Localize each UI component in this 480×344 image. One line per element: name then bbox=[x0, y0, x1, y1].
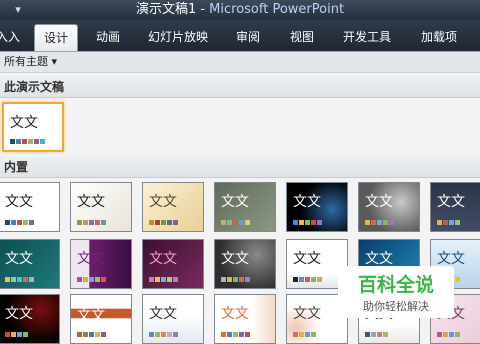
theme-thumb[interactable]: 文文 bbox=[286, 182, 348, 232]
theme-thumb-title: 文文 bbox=[5, 251, 33, 267]
color-swatches bbox=[77, 220, 107, 225]
color-swatches bbox=[221, 332, 251, 337]
color-swatches bbox=[365, 332, 389, 337]
tab-addins[interactable]: 加载项 bbox=[412, 24, 466, 50]
tab-animations[interactable]: 动画 bbox=[88, 24, 128, 50]
theme-thumb[interactable]: 文文 bbox=[142, 294, 204, 344]
color-swatches bbox=[77, 277, 107, 282]
theme-thumb[interactable]: 文文 bbox=[214, 239, 276, 289]
theme-thumb[interactable]: 文文 bbox=[358, 182, 420, 232]
all-themes-label: 所有主题 bbox=[4, 55, 48, 68]
title-bar: ▾ 演示文稿1 - Microsoft PowerPoint bbox=[0, 0, 480, 20]
theme-thumb-title: 文文 bbox=[5, 306, 33, 322]
color-swatches bbox=[437, 332, 461, 337]
theme-thumb[interactable]: 文文 bbox=[214, 182, 276, 232]
theme-thumb[interactable]: 文文 bbox=[142, 239, 204, 289]
theme-thumb-title: 文文 bbox=[293, 251, 321, 267]
color-swatches bbox=[5, 332, 29, 337]
theme-thumb[interactable]: 文文 bbox=[70, 182, 132, 232]
theme-thumb[interactable]: 文文 bbox=[0, 294, 60, 344]
color-swatches bbox=[10, 139, 46, 144]
theme-thumb-title: 文文 bbox=[293, 306, 321, 322]
theme-thumb-title: 文文 bbox=[149, 306, 177, 322]
theme-thumb-title: 文文 bbox=[293, 194, 321, 210]
app-name: Microsoft PowerPoint bbox=[209, 2, 345, 17]
tab-insert[interactable]: 入入 bbox=[0, 24, 28, 50]
color-swatches bbox=[293, 220, 323, 225]
theme-thumb[interactable]: 文文 bbox=[70, 294, 132, 344]
color-swatches bbox=[5, 277, 35, 282]
color-swatches bbox=[77, 332, 107, 337]
watermark-logo: 百科全说 助你轻松解决 bbox=[338, 266, 454, 318]
theme-thumb-title: 文文 bbox=[365, 251, 393, 267]
tab-design[interactable]: 设计 bbox=[34, 24, 78, 51]
color-swatches bbox=[437, 220, 461, 225]
watermark-title: 百科全说 bbox=[357, 274, 434, 296]
tab-slideshow[interactable]: 幻灯片放映 bbox=[142, 24, 214, 50]
document-title: 演示文稿1 - bbox=[135, 2, 210, 17]
theme-current[interactable]: 文文 bbox=[2, 102, 64, 152]
color-swatches bbox=[5, 220, 35, 225]
theme-thumb-title: 文文 bbox=[77, 308, 105, 324]
theme-thumb[interactable]: 文文 bbox=[142, 182, 204, 232]
tab-view[interactable]: 视图 bbox=[282, 24, 322, 50]
theme-thumb-title: 文文 bbox=[221, 306, 249, 322]
theme-thumb-title: 文文 bbox=[437, 194, 465, 210]
color-swatches bbox=[149, 277, 179, 282]
theme-thumb-title: 文文 bbox=[77, 194, 105, 210]
theme-thumb[interactable]: 文文 bbox=[70, 239, 132, 289]
section-this-presentation: 此演示文稿 bbox=[0, 76, 480, 98]
theme-thumb-title: 文文 bbox=[365, 194, 393, 210]
dropdown-arrow-icon: ▾ bbox=[51, 55, 58, 68]
color-swatches bbox=[293, 277, 323, 282]
color-swatches bbox=[365, 220, 395, 225]
theme-thumb-title: 文文 bbox=[149, 251, 177, 267]
tab-developer[interactable]: 开发工具 bbox=[336, 24, 398, 50]
ribbon-tabs: 入入 设计 动画 幻灯片放映 审阅 视图 开发工具 加载项 bbox=[0, 20, 480, 52]
all-themes-dropdown[interactable]: 所有主题 ▾ bbox=[4, 54, 57, 70]
theme-thumb-title: 文文 bbox=[437, 251, 465, 267]
color-swatches bbox=[149, 332, 179, 337]
section-builtin: 内置 bbox=[0, 156, 480, 178]
color-swatches bbox=[221, 220, 251, 225]
color-swatches bbox=[149, 220, 179, 225]
theme-thumb-title: 文文 bbox=[221, 194, 249, 210]
tab-review[interactable]: 审阅 bbox=[228, 24, 268, 50]
watermark-subtitle: 助你轻松解决 bbox=[363, 300, 429, 313]
window-title: 演示文稿1 - Microsoft PowerPoint bbox=[0, 0, 480, 20]
theme-thumb-title: 文文 bbox=[149, 194, 177, 210]
color-swatches bbox=[221, 277, 251, 282]
theme-thumb[interactable]: 文文 bbox=[430, 182, 480, 232]
color-swatches bbox=[293, 332, 317, 337]
theme-thumb-title: 文文 bbox=[221, 251, 249, 267]
theme-filter-bar: 所有主题 ▾ bbox=[0, 52, 480, 73]
theme-thumb[interactable]: 文文 bbox=[0, 239, 60, 289]
theme-thumb-title: 文文 bbox=[77, 251, 105, 267]
theme-thumb-title: 文文 bbox=[5, 194, 33, 210]
theme-thumb[interactable]: 文文 bbox=[0, 182, 60, 232]
theme-thumb-title: 文文 bbox=[10, 115, 38, 131]
theme-thumb[interactable]: 文文 bbox=[214, 294, 276, 344]
